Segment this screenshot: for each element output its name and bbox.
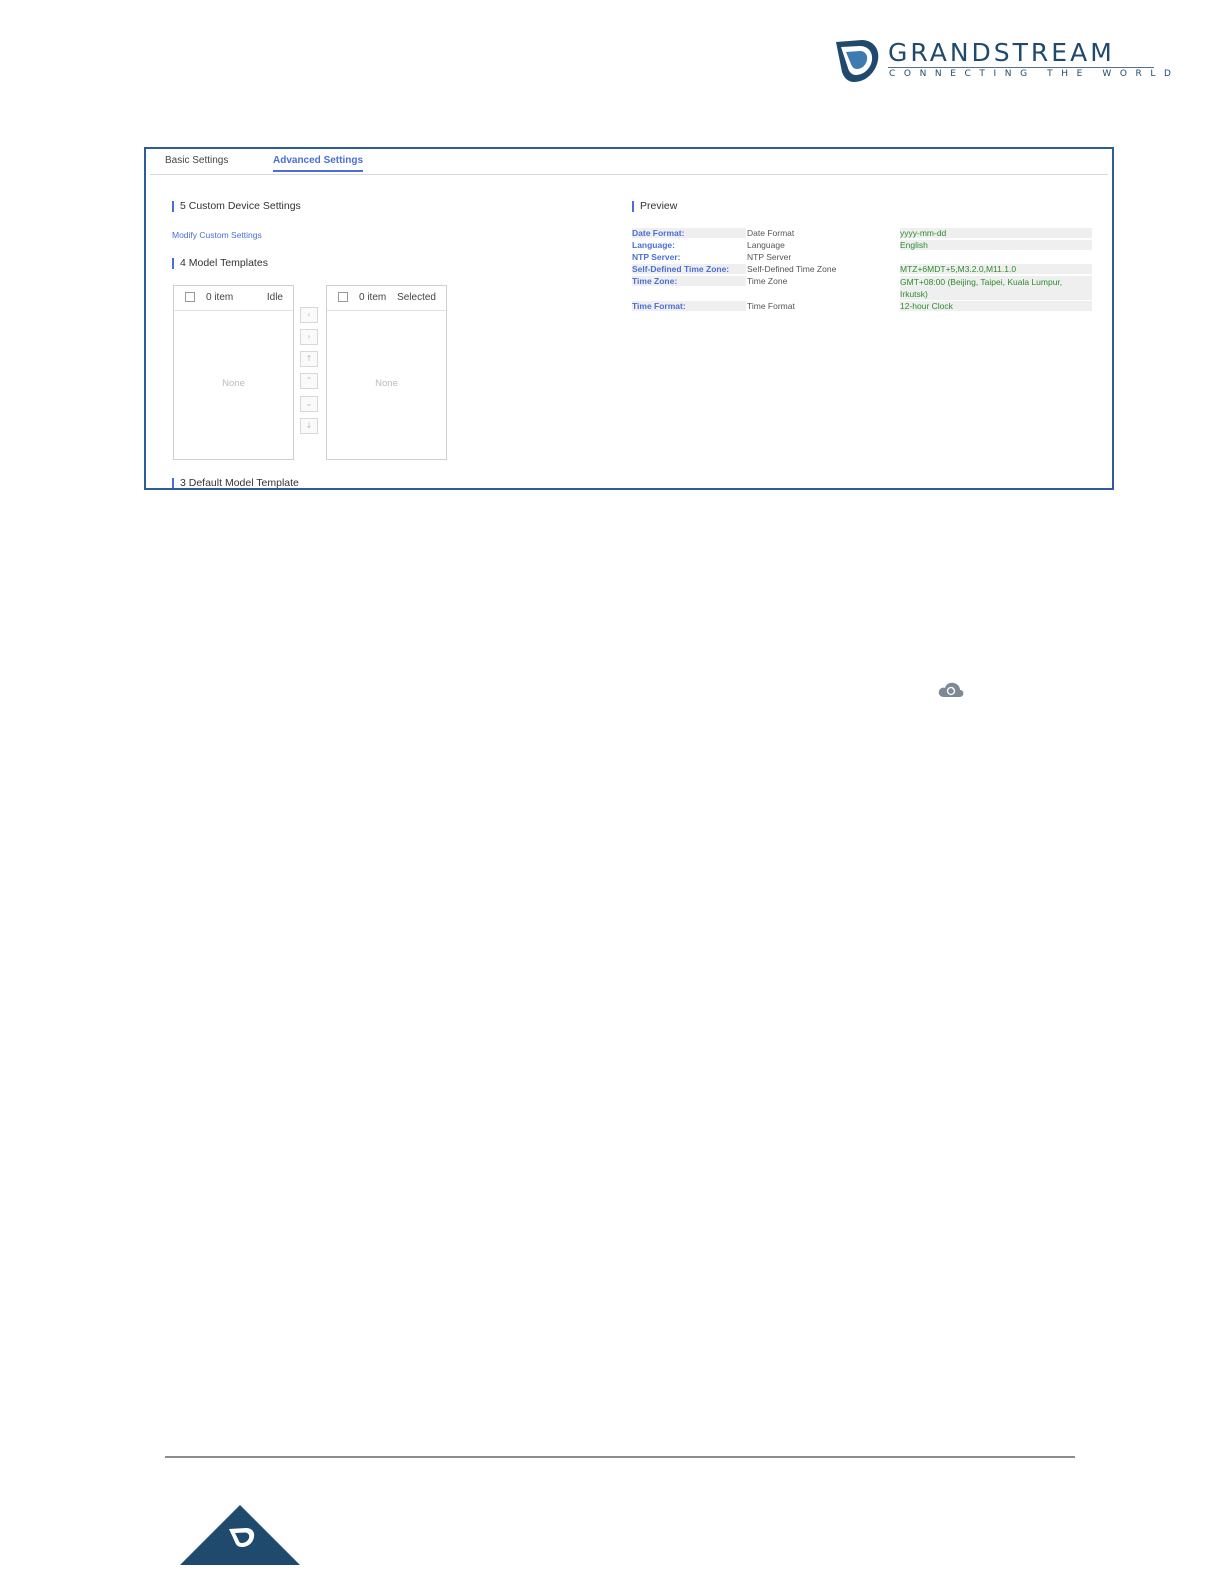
idle-list-label: Idle: [266, 292, 283, 303]
settings-screenshot: Basic Settings Advanced Settings 5 Custo…: [144, 147, 1114, 490]
section-title-model-templates: 4 Model Templates: [172, 258, 268, 269]
transfer-list-selected: 0 item Selected None: [326, 285, 447, 460]
move-up-button[interactable]: ⌃: [300, 373, 318, 389]
idle-empty-text: None: [222, 378, 245, 389]
preview-name: Language: [747, 240, 785, 250]
selected-item-count: 0 item: [359, 292, 387, 303]
preview-row: Language: Language English: [632, 240, 1094, 252]
preview-key: Self-Defined Time Zone:: [632, 264, 746, 274]
move-down-button[interactable]: ⌄: [300, 396, 318, 412]
section-title-custom-device: 5 Custom Device Settings: [172, 201, 301, 212]
tab-bar: Basic Settings Advanced Settings: [150, 149, 1108, 175]
preview-row: Date Format: Date Format yyyy-mm-dd: [632, 228, 1094, 240]
move-right-button[interactable]: ›: [300, 329, 318, 345]
preview-value: English: [900, 240, 1092, 250]
modify-custom-settings-link[interactable]: Modify Custom Settings: [172, 230, 262, 240]
logo-tagline: CONNECTING THE WORLD: [889, 69, 1180, 79]
move-bottom-button[interactable]: ↓: [300, 418, 318, 434]
transfer-header-selected: 0 item Selected: [327, 286, 446, 311]
preview-key: Time Zone:: [632, 276, 746, 286]
section-title-preview: Preview: [632, 201, 677, 212]
logo-wordmark: GRANDSTREAM: [888, 38, 1115, 67]
preview-name: NTP Server: [747, 252, 792, 262]
preview-name: Self-Defined Time Zone: [747, 264, 837, 274]
preview-row: Self-Defined Time Zone: Self-Defined Tim…: [632, 264, 1094, 276]
transfer-list-idle: 0 item Idle None: [173, 285, 294, 460]
preview-row: Time Format: Time Format 12-hour Clock: [632, 301, 1094, 313]
grandstream-logo-mark-icon: [836, 40, 879, 82]
cloud-sync-icon: [938, 682, 964, 697]
preview-key: NTP Server:: [632, 252, 681, 262]
preview-key: Language:: [632, 240, 675, 250]
preview-key: Time Format:: [632, 301, 746, 311]
preview-name: Time Format: [747, 301, 795, 311]
preview-key: Date Format:: [632, 228, 746, 238]
grandstream-logo: GRANDSTREAM CONNECTING THE WORLD: [832, 38, 1171, 84]
preview-name: Date Format: [747, 228, 795, 238]
footer-divider: [165, 1456, 1075, 1458]
selected-empty-text: None: [375, 378, 398, 389]
logo-divider: [888, 67, 1154, 68]
move-top-button[interactable]: ↑: [300, 351, 318, 367]
idle-item-count: 0 item: [206, 292, 234, 303]
grandstream-g-icon: [180, 1505, 300, 1565]
tab-advanced-settings[interactable]: Advanced Settings: [273, 155, 364, 172]
select-all-idle-checkbox[interactable]: [185, 292, 195, 302]
preview-name: Time Zone: [747, 276, 788, 286]
preview-value: 12-hour Clock: [900, 301, 1092, 311]
preview-row: NTP Server: NTP Server: [632, 252, 1094, 264]
selected-list-label: Selected: [397, 292, 436, 303]
preview-value: GMT+08:00 (Beijing, Taipei, Kuala Lumpur…: [900, 276, 1092, 300]
select-all-selected-checkbox[interactable]: [338, 292, 348, 302]
preview-value: yyyy-mm-dd: [900, 228, 1092, 238]
move-left-button[interactable]: ‹: [300, 307, 318, 323]
preview-value: MTZ+6MDT+5,M3.2.0,M11.1.0: [900, 264, 1092, 274]
section-title-default-model: 3 Default Model Template: [172, 478, 299, 488]
tab-basic-settings[interactable]: Basic Settings: [165, 155, 228, 166]
transfer-header-idle: 0 item Idle: [174, 286, 293, 311]
preview-row: Time Zone: Time Zone GMT+08:00 (Beijing,…: [632, 276, 1094, 300]
